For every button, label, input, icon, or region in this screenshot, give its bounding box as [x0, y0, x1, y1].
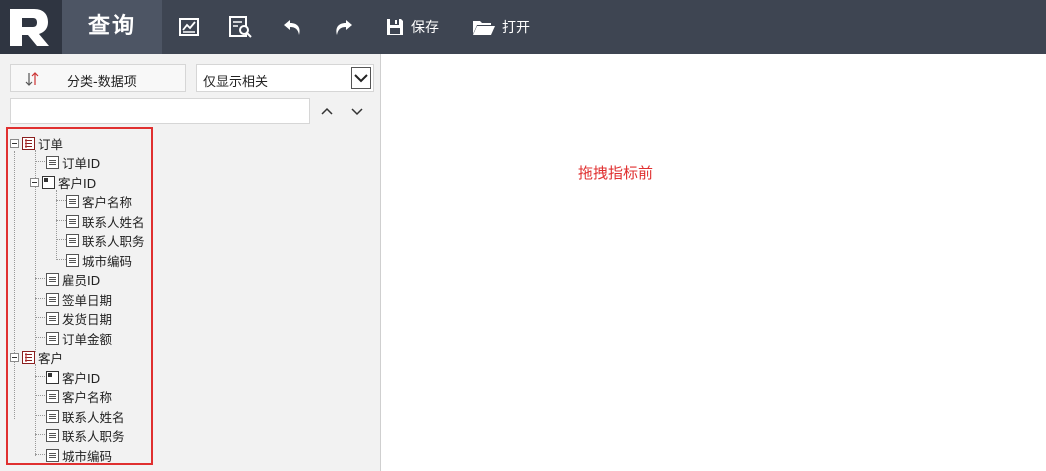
- undo-button[interactable]: [282, 14, 304, 40]
- key-icon: [46, 370, 59, 384]
- tree-node-label: 雇员ID: [62, 272, 101, 288]
- field-icon: [46, 292, 59, 306]
- field-icon: [46, 428, 59, 442]
- app-logo: [0, 0, 62, 54]
- tree-node-label: 联系人姓名: [62, 409, 125, 425]
- chart-button[interactable]: [178, 14, 200, 40]
- drag-hint-text: 拖拽指标前: [578, 164, 654, 182]
- tree-node-field[interactable]: 联系人姓名: [46, 407, 125, 425]
- tree-node-field[interactable]: 客户名称: [66, 192, 132, 210]
- save-label: 保存: [411, 20, 439, 36]
- collapse-toggle[interactable]: [10, 138, 19, 148]
- tree-node-field[interactable]: 客户名称: [46, 387, 112, 405]
- field-icon: [46, 155, 59, 169]
- field-icon: [66, 194, 79, 208]
- tree-node-field[interactable]: 城市编码: [66, 251, 132, 269]
- tree-node-field[interactable]: 订单金额: [46, 329, 112, 347]
- tree-node-customer-table[interactable]: 客户: [10, 348, 63, 366]
- tree-node-order-table[interactable]: 订单: [10, 134, 63, 152]
- field-icon: [66, 253, 79, 267]
- tree-node-field[interactable]: 签单日期: [46, 290, 112, 308]
- tree-node-label: 签单日期: [62, 292, 113, 308]
- save-button[interactable]: 保存: [385, 14, 439, 40]
- tree-node-field[interactable]: 发货日期: [46, 309, 112, 327]
- tree-node-field[interactable]: 雇员ID: [46, 270, 100, 288]
- open-label: 打开: [502, 20, 530, 36]
- top-toolbar: 查询 保存 打开: [0, 0, 1046, 54]
- tree-node-label: 城市编码: [62, 448, 113, 464]
- tree-node-label: 订单金额: [62, 331, 113, 347]
- table-icon: [22, 350, 35, 364]
- tree-node-label: 订单ID: [62, 155, 101, 171]
- field-icon: [46, 389, 59, 403]
- collapse-toggle[interactable]: [10, 352, 19, 362]
- field-tree: 订单 订单ID 客户ID 客户名称 联系人姓名 联系人职务 城市编码 雇员ID …: [0, 54, 380, 471]
- field-icon: [46, 409, 59, 423]
- save-icon: [387, 19, 403, 35]
- logo-r-icon: [10, 9, 49, 46]
- tree-node-label: 客户ID: [58, 175, 97, 191]
- redo-icon: [336, 20, 352, 35]
- field-icon: [66, 233, 79, 247]
- table-icon: [22, 136, 35, 150]
- page-title: 查询: [62, 0, 162, 54]
- tree-node-label: 联系人职务: [62, 428, 125, 444]
- tree-node-label: 订单: [38, 136, 64, 152]
- chart-icon: [179, 18, 199, 36]
- tree-node-field[interactable]: 客户ID: [46, 368, 100, 386]
- field-icon: [46, 448, 59, 462]
- tree-node-label: 客户名称: [82, 194, 133, 210]
- tree-node-label: 联系人职务: [82, 233, 145, 249]
- collapse-toggle[interactable]: [30, 177, 39, 187]
- data-panel: 分类-数据项 仅显示相关 订单 订单ID 客户ID 客户名称 联系人姓名 联系人…: [0, 54, 381, 471]
- field-icon: [66, 214, 79, 228]
- folder-open-icon: [473, 21, 495, 35]
- field-icon: [46, 272, 59, 286]
- field-icon: [46, 311, 59, 325]
- redo-button[interactable]: [332, 14, 354, 40]
- tree-node-customer-id-group[interactable]: 客户ID: [30, 173, 96, 191]
- undo-icon: [284, 20, 300, 35]
- tree-node-field[interactable]: 联系人职务: [66, 231, 145, 249]
- tree-node-field[interactable]: 城市编码: [46, 446, 112, 464]
- tree-node-field[interactable]: 联系人职务: [46, 426, 125, 444]
- field-icon: [46, 331, 59, 345]
- preview-icon: [229, 16, 252, 38]
- tree-node-label: 客户: [38, 350, 64, 366]
- tree-node-label: 客户名称: [62, 389, 113, 405]
- tree-node-field[interactable]: 联系人姓名: [66, 212, 145, 230]
- query-canvas[interactable]: 拖拽指标前: [381, 54, 1046, 471]
- tree-node-label: 城市编码: [82, 253, 133, 269]
- tree-node-field[interactable]: 订单ID: [46, 153, 100, 171]
- open-button[interactable]: 打开: [472, 14, 530, 40]
- tree-node-label: 客户ID: [62, 370, 101, 386]
- tree-node-label: 发货日期: [62, 311, 113, 327]
- preview-button[interactable]: [228, 14, 254, 40]
- key-icon: [42, 175, 55, 189]
- tree-node-label: 联系人姓名: [82, 214, 145, 230]
